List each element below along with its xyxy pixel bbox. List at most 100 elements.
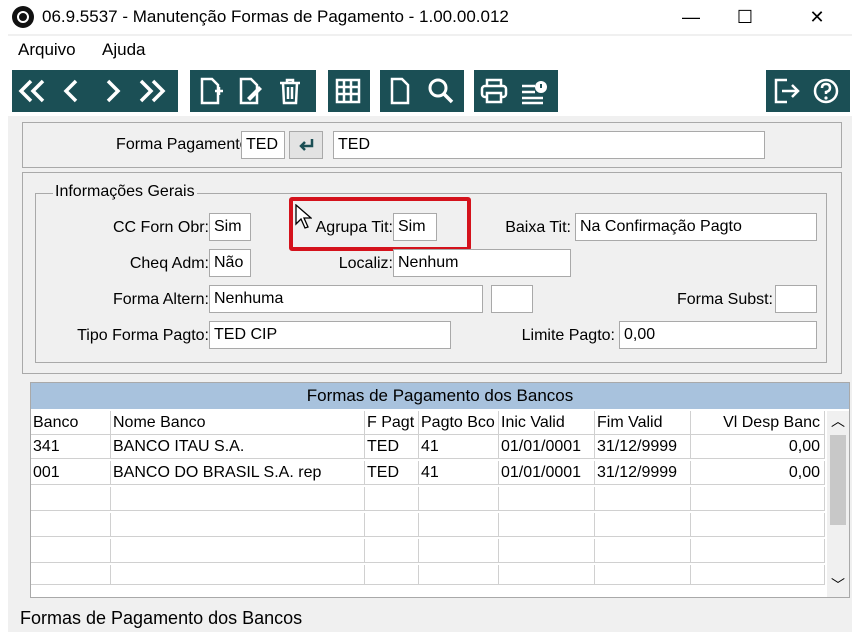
column-header-inic-valid[interactable]: Inic Valid	[499, 411, 595, 435]
forma-subst-field[interactable]	[775, 285, 817, 313]
previous-record-icon[interactable]	[52, 70, 92, 112]
baixa-tit-field[interactable]: Na Confirmação Pagto	[575, 213, 817, 241]
scroll-thumb[interactable]	[830, 435, 846, 525]
empty-cell	[691, 513, 825, 537]
delete-record-icon[interactable]	[270, 70, 310, 112]
empty-cell	[31, 487, 111, 511]
empty-cell	[419, 487, 499, 511]
new-record-icon[interactable]	[190, 70, 230, 112]
forma-pagamento-code-input[interactable]: TED	[241, 131, 285, 159]
toolbar	[8, 64, 852, 116]
forma-altern-extra-field[interactable]	[491, 285, 533, 313]
exit-icon[interactable]	[766, 70, 806, 112]
print-icon[interactable]	[474, 70, 514, 112]
empty-cell	[595, 539, 691, 563]
column-header-nome-banco[interactable]: Nome Banco	[111, 411, 365, 435]
forma-altern-label: Forma Altern:	[112, 291, 209, 308]
cc-forn-obr-field[interactable]: Sim	[209, 213, 251, 241]
forma-pagamento-description-input[interactable]: TED	[333, 131, 765, 159]
informacoes-gerais-legend: Informações Gerais	[53, 183, 197, 201]
empty-cell	[499, 513, 595, 537]
limite-pagto-field[interactable]: 0,00	[619, 321, 817, 349]
localiz-field[interactable]: Nenhum	[393, 249, 571, 277]
cell-nome-banco: BANCO DO BRASIL S.A. rep	[111, 461, 365, 485]
empty-cell	[365, 565, 419, 585]
empty-cell	[31, 539, 111, 563]
cheq-adm-field[interactable]: Não	[209, 249, 251, 277]
empty-cell	[499, 565, 595, 585]
empty-cell	[419, 539, 499, 563]
status-text: Formas de Pagamento dos Bancos	[20, 608, 303, 628]
print-group	[474, 70, 558, 112]
cc-forn-obr-label: CC Forn Obr:	[112, 219, 209, 236]
close-button[interactable]: ✕	[794, 0, 840, 34]
help-icon[interactable]	[806, 70, 846, 112]
document-icon[interactable]	[380, 70, 420, 112]
grid-view-icon[interactable]	[328, 70, 368, 112]
empty-cell	[499, 487, 595, 511]
highlight-box	[289, 197, 471, 251]
maximize-button[interactable]: ☐	[722, 0, 768, 34]
grid-title: Formas de Pagamento dos Bancos	[31, 383, 849, 409]
empty-cell	[365, 513, 419, 537]
cell-fim-valid: 31/12/9999	[595, 435, 691, 459]
empty-cell	[595, 565, 691, 585]
menu-arquivo[interactable]: Arquivo	[18, 40, 76, 60]
cell-vl-desp-banc: 0,00	[691, 461, 825, 485]
empty-cell	[111, 487, 365, 511]
cell-banco: 001	[31, 461, 111, 485]
empty-cell	[31, 513, 111, 537]
column-header-f-pagt[interactable]: F Pagt	[365, 411, 419, 435]
report-icon[interactable]	[514, 70, 554, 112]
forma-pagamento-panel: Forma Pagamento: TED TED	[22, 122, 842, 168]
empty-cell	[595, 513, 691, 537]
scroll-down-button[interactable]: ﹀	[829, 575, 847, 595]
bancos-grid: Formas de Pagamento dos Bancos Banco Nom…	[30, 382, 850, 598]
exit-group	[766, 70, 850, 112]
minimize-button[interactable]: —	[668, 0, 714, 34]
cell-pagto-bco: 41	[419, 461, 499, 485]
informacoes-panel: Informações Gerais CC Forn Obr: Sim Agru…	[22, 172, 842, 374]
column-header-banco[interactable]: Banco	[31, 411, 111, 435]
empty-cell	[365, 487, 419, 511]
cheq-adm-label: Cheq Adm:	[129, 255, 209, 272]
window-title: 06.9.5537 - Manutenção Formas de Pagamen…	[42, 7, 509, 26]
empty-cell	[499, 539, 595, 563]
grid-scrollbar[interactable]: ︿ ﹀	[827, 411, 849, 597]
cell-inic-valid: 01/01/0001	[499, 435, 595, 459]
tipo-forma-pagto-field[interactable]: TED CIP	[209, 321, 451, 349]
scroll-up-button[interactable]: ︿	[829, 411, 847, 431]
main-window: 06.9.5537 - Manutenção Formas de Pagamen…	[8, 0, 852, 632]
empty-cell	[111, 513, 365, 537]
empty-cell	[691, 539, 825, 563]
column-header-pagto-bco[interactable]: Pagto Bco	[419, 411, 499, 435]
menu-ajuda[interactable]: Ajuda	[102, 40, 145, 60]
forma-altern-field[interactable]: Nenhuma	[209, 285, 483, 313]
cell-pagto-bco: 41	[419, 435, 499, 459]
first-record-icon[interactable]	[12, 70, 52, 112]
column-header-vl-desp-banc[interactable]: Vl Desp Banc	[691, 411, 825, 435]
confirm-button[interactable]	[289, 131, 323, 159]
cell-fim-valid: 31/12/9999	[595, 461, 691, 485]
search-icon[interactable]	[420, 70, 460, 112]
form-content: Forma Pagamento: TED TED Informações Ger…	[20, 116, 850, 600]
background-strip	[0, 0, 8, 632]
empty-cell	[419, 565, 499, 585]
forma-subst-label: Forma Subst:	[676, 291, 773, 308]
last-record-icon[interactable]	[132, 70, 172, 112]
menu-bar: Arquivo Ajuda	[8, 36, 852, 64]
tipo-forma-pagto-label: Tipo Forma Pagto:	[77, 327, 209, 344]
cell-nome-banco: BANCO ITAU S.A.	[111, 435, 365, 459]
view-group	[328, 70, 370, 112]
next-record-icon[interactable]	[92, 70, 132, 112]
cell-vl-desp-banc: 0,00	[691, 435, 825, 459]
empty-cell	[419, 513, 499, 537]
edit-record-icon[interactable]	[230, 70, 270, 112]
cell-f-pagt: TED	[365, 435, 419, 459]
empty-cell	[111, 539, 365, 563]
localiz-label: Localiz:	[338, 255, 393, 272]
column-header-fim-valid[interactable]: Fim Valid	[595, 411, 691, 435]
empty-cell	[691, 487, 825, 511]
empty-cell	[365, 539, 419, 563]
search-group	[380, 70, 464, 112]
